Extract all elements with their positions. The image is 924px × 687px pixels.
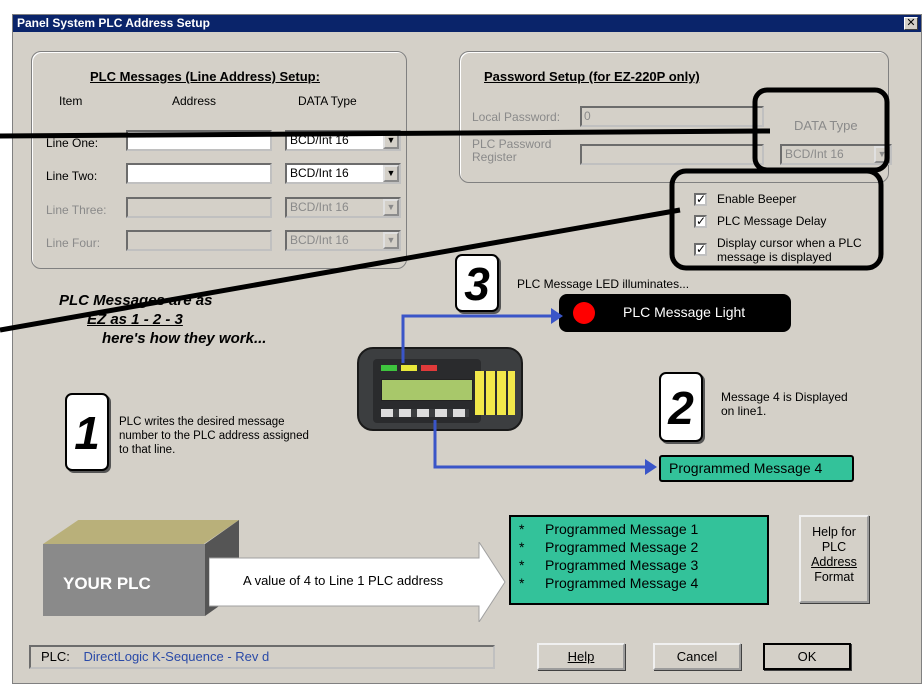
operator-panel-image	[357, 347, 523, 431]
line-three-address-input	[126, 197, 272, 218]
led-red-dot	[573, 302, 595, 324]
chevron-down-icon: ▼	[383, 199, 399, 216]
enable-beeper-label: Enable Beeper	[717, 192, 797, 206]
bullet: *	[519, 521, 525, 537]
help-address-format-button[interactable]: Help for PLC Address Format	[799, 515, 869, 603]
display-cursor-checkbox[interactable]: ✓	[694, 243, 707, 256]
plc-status-value: DirectLogic K-Sequence - Rev d	[83, 649, 270, 664]
col-address-header: Address	[172, 94, 217, 108]
line-four-address-input	[126, 230, 272, 251]
password-datatype-value: BCD/Int 16	[785, 147, 844, 161]
bullet: *	[519, 539, 525, 555]
howto-heading: PLC Messages are as EZ as 1 - 2 - 3 here…	[59, 291, 266, 348]
message-row: * Programmed Message 1	[519, 520, 767, 538]
enable-beeper-checkbox[interactable]: ✓	[694, 193, 707, 206]
password-group: Password Setup (for EZ-220P only) Local …	[459, 51, 892, 183]
window-title: Panel System PLC Address Setup	[17, 16, 210, 30]
plc-message-delay-checkbox[interactable]: ✓	[694, 215, 707, 228]
line-two-datatype-select[interactable]: BCD/Int 16 ▼	[285, 163, 401, 184]
help-format-line4: Format	[814, 570, 854, 584]
line-one-address-input[interactable]	[126, 130, 272, 151]
plc-password-register-label: PLC Password Register	[472, 138, 551, 164]
line-four-datatype-value: BCD/Int 16	[290, 233, 349, 247]
password-datatype-label: DATA Type	[794, 118, 858, 133]
line-three-datatype-select: BCD/Int 16 ▼	[285, 197, 401, 218]
password-title: Password Setup (for EZ-220P only)	[484, 69, 700, 84]
step-3-badge: 3	[455, 254, 499, 312]
plc-message-delay-label: PLC Message Delay	[717, 214, 827, 228]
line-three-datatype-value: BCD/Int 16	[290, 200, 349, 214]
col-item-header: Item	[59, 94, 83, 108]
your-plc-label: YOUR PLC	[63, 574, 151, 593]
line-two-label: Line Two:	[46, 169, 98, 183]
help-button[interactable]: Help	[537, 643, 625, 670]
chevron-down-icon[interactable]: ▼	[383, 132, 399, 149]
password-datatype-select: BCD/Int 16 ▼	[780, 144, 892, 165]
chevron-down-icon: ▼	[874, 146, 890, 163]
step-2-badge: 2	[659, 372, 703, 442]
plc-password-register-input	[580, 144, 764, 165]
programmed-message-4-display: Programmed Message 4	[659, 455, 854, 482]
help-format-line2: PLC	[821, 540, 847, 554]
line-two-datatype-value: BCD/Int 16	[290, 166, 349, 180]
howto-line3: here's how they work...	[102, 330, 267, 347]
line-four-datatype-select: BCD/Int 16 ▼	[285, 230, 401, 251]
step-1-text: PLC writes the desired message number to…	[119, 416, 309, 456]
display-cursor-line1: Display cursor when a PLC	[717, 236, 862, 250]
value-arrow-text: A value of 4 to Line 1 PLC address	[243, 573, 444, 588]
programmed-messages-list: * Programmed Message 1 * Programmed Messag…	[509, 515, 769, 605]
local-password-value: 0	[584, 109, 591, 123]
dialog-window: Panel System PLC Address Setup ✕ PLC Mes…	[12, 14, 922, 684]
line-two-address-input[interactable]	[126, 163, 272, 184]
line-one-label: Line One:	[46, 136, 99, 150]
plc-status-field: PLC: DirectLogic K-Sequence - Rev d	[29, 645, 495, 669]
bullet: *	[519, 557, 525, 573]
plc-status-label: PLC:	[41, 649, 70, 664]
local-password-input: 0	[580, 106, 764, 127]
plc-messages-title: PLC Messages (Line Address) Setup:	[90, 69, 320, 84]
ok-button[interactable]: OK	[763, 643, 851, 670]
line-three-label: Line Three:	[46, 203, 107, 217]
plc-password-label-line2: Register	[472, 150, 517, 164]
display-cursor-label: Display cursor when a PLC message is dis…	[717, 236, 907, 264]
help-button-label: Help	[567, 649, 595, 664]
howto-line2: EZ as 1 - 2 - 3	[87, 311, 183, 328]
col-datatype-header: DATA Type	[298, 94, 357, 108]
message-text: Programmed Message 4	[545, 575, 699, 591]
cancel-button[interactable]: Cancel	[653, 643, 741, 670]
led-indicator: PLC Message Light	[559, 294, 791, 332]
ok-button-label: OK	[797, 649, 817, 664]
chevron-down-icon: ▼	[383, 232, 399, 249]
title-bar: Panel System PLC Address Setup ✕	[13, 15, 921, 32]
plc-messages-group: PLC Messages (Line Address) Setup: Item …	[31, 51, 407, 269]
chevron-down-icon[interactable]: ▼	[383, 165, 399, 182]
help-format-line1: Help for	[812, 525, 856, 539]
message-text: Programmed Message 1	[545, 521, 699, 537]
programmed-message-4-text: Programmed Message 4	[669, 460, 823, 476]
howto-line1: PLC Messages are as	[59, 292, 213, 309]
cancel-button-label: Cancel	[676, 649, 718, 664]
message-row: * Programmed Message 4	[519, 574, 767, 592]
message-text: Programmed Message 3	[545, 557, 699, 573]
step-3-text: PLC Message LED illuminates...	[517, 277, 690, 291]
help-format-line3: Address	[811, 555, 857, 569]
local-password-label: Local Password:	[472, 110, 561, 124]
line-four-label: Line Four:	[46, 236, 101, 250]
display-cursor-line2: message is displayed	[717, 250, 832, 264]
message-text: Programmed Message 2	[545, 539, 699, 555]
message-row: * Programmed Message 2	[519, 538, 767, 556]
line-one-datatype-select[interactable]: BCD/Int 16 ▼	[285, 130, 401, 151]
close-icon[interactable]: ✕	[904, 17, 918, 30]
line-one-datatype-value: BCD/Int 16	[290, 133, 349, 147]
bullet: *	[519, 575, 525, 591]
step-1-badge: 1	[65, 393, 109, 471]
message-row: * Programmed Message 3	[519, 556, 767, 574]
led-label: PLC Message Light	[623, 304, 746, 320]
step-2-text: Message 4 is Displayed on line1.	[721, 390, 848, 418]
